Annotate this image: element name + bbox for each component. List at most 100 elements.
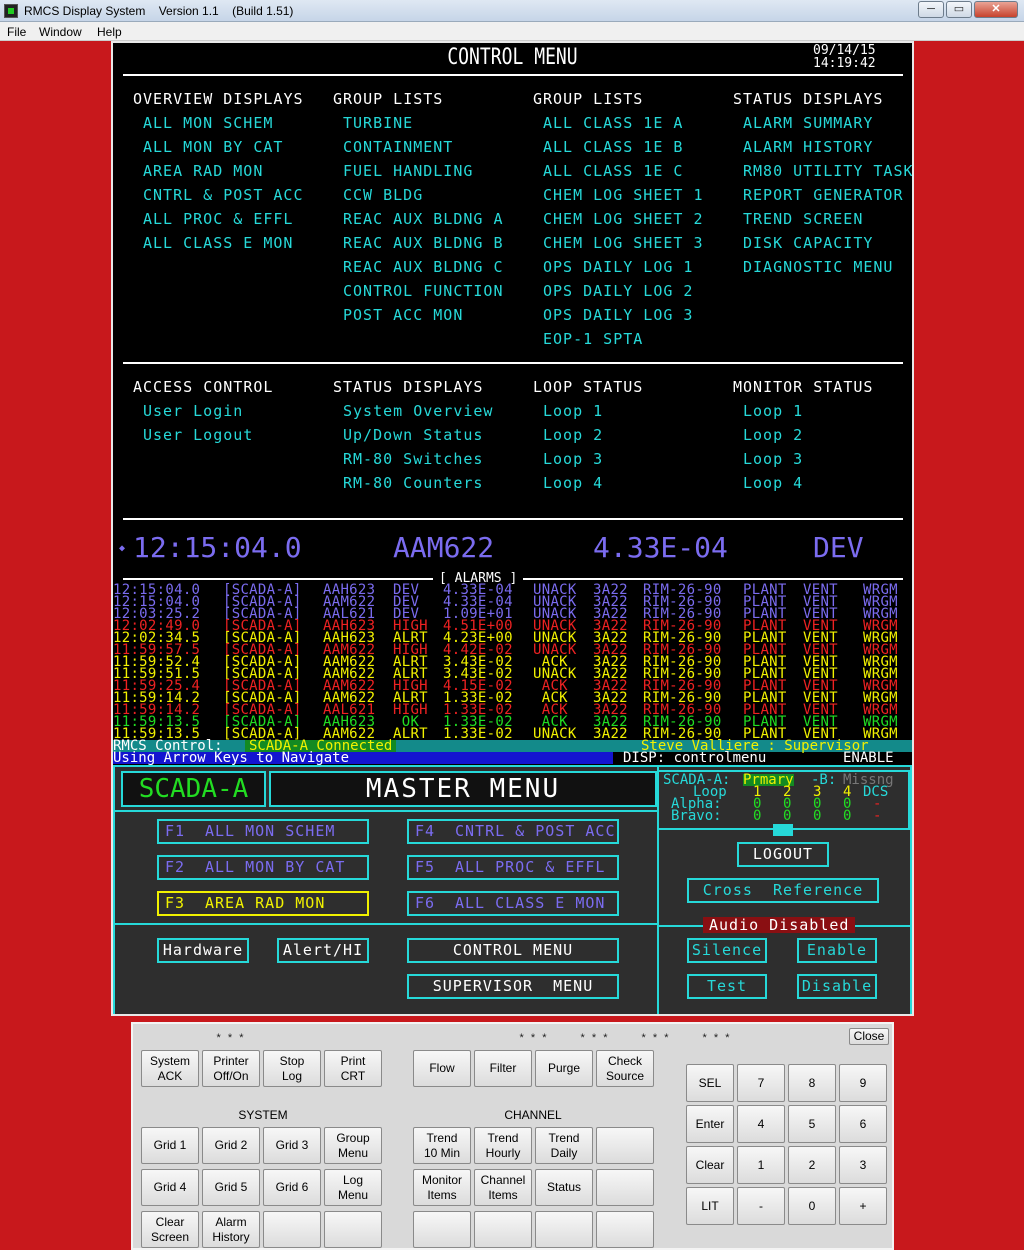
menu-item[interactable]: TREND SCREEN <box>743 210 863 228</box>
menu-item[interactable]: REAC AUX BLDNG B <box>343 234 504 252</box>
keypad-key[interactable]: SEL <box>686 1064 734 1102</box>
system-key[interactable]: System ACK <box>141 1050 199 1087</box>
keypad-key[interactable]: 4 <box>737 1105 785 1143</box>
menu-item[interactable]: Up/Down Status <box>343 426 483 444</box>
system-grid-key[interactable]: Group Menu <box>324 1127 382 1164</box>
channel-grid-key[interactable]: Channel Items <box>474 1169 532 1206</box>
menu-item[interactable]: ALARM SUMMARY <box>743 114 873 132</box>
menu-item[interactable]: ALL CLASS 1E B <box>543 138 683 156</box>
menu-item[interactable]: CONTROL FUNCTION <box>343 282 504 300</box>
menu-item[interactable]: CHEM LOG SHEET 1 <box>543 186 704 204</box>
close-keyboard-button[interactable]: Close <box>849 1028 889 1045</box>
hardware-button[interactable]: Hardware <box>157 938 249 963</box>
control-menu-button[interactable]: CONTROL MENU <box>407 938 619 963</box>
menu-item[interactable]: POST ACC MON <box>343 306 463 324</box>
menu-item[interactable]: OPS DAILY LOG 1 <box>543 258 693 276</box>
channel-key[interactable]: Purge <box>535 1050 593 1087</box>
menu-item[interactable]: DISK CAPACITY <box>743 234 873 252</box>
menu-item[interactable]: Loop 1 <box>543 402 603 420</box>
keypad-key[interactable]: Enter <box>686 1105 734 1143</box>
channel-grid-key[interactable] <box>413 1211 471 1248</box>
system-key[interactable]: Printer Off/On <box>202 1050 260 1087</box>
function-key-3[interactable]: F3 AREA RAD MON <box>157 891 369 916</box>
channel-grid-key[interactable]: Trend Hourly <box>474 1127 532 1164</box>
supervisor-menu-button[interactable]: SUPERVISOR MENU <box>407 974 619 999</box>
enable-button[interactable]: Enable <box>797 938 877 963</box>
keypad-key[interactable]: 9 <box>839 1064 887 1102</box>
keypad-key[interactable]: LIT <box>686 1187 734 1225</box>
system-grid-key[interactable]: Grid 4 <box>141 1169 199 1206</box>
keypad-key[interactable]: 7 <box>737 1064 785 1102</box>
channel-key[interactable]: Filter <box>474 1050 532 1087</box>
menu-item[interactable]: Loop 4 <box>543 474 603 492</box>
menu-item[interactable]: ALL PROC & EFFL <box>143 210 293 228</box>
system-grid-key[interactable] <box>324 1211 382 1248</box>
menu-item[interactable]: Loop 3 <box>543 450 603 468</box>
function-key-6[interactable]: F6 ALL CLASS E MON <box>407 891 619 916</box>
test-button[interactable]: Test <box>687 974 767 999</box>
channel-grid-key[interactable] <box>596 1169 654 1206</box>
menu-item[interactable]: CCW BLDG <box>343 186 423 204</box>
silence-button[interactable]: Silence <box>687 938 767 963</box>
menu-item[interactable]: CHEM LOG SHEET 3 <box>543 234 704 252</box>
channel-grid-key[interactable] <box>474 1211 532 1248</box>
menu-item[interactable]: OPS DAILY LOG 3 <box>543 306 693 324</box>
system-grid-key[interactable]: Grid 2 <box>202 1127 260 1164</box>
function-key-4[interactable]: F4 CNTRL & POST ACC <box>407 819 619 844</box>
close-window-button[interactable]: ✕ <box>974 1 1018 18</box>
channel-grid-key[interactable] <box>596 1211 654 1248</box>
menu-item[interactable]: User Login <box>143 402 243 420</box>
menu-item[interactable]: REPORT GENERATOR <box>743 186 904 204</box>
menu-item[interactable]: RM80 UTILITY TASK <box>743 162 912 180</box>
system-key[interactable]: Print CRT <box>324 1050 382 1087</box>
menu-item[interactable]: RM-80 Switches <box>343 450 483 468</box>
menu-item[interactable]: ALL CLASS 1E A <box>543 114 683 132</box>
scroll-indicator[interactable] <box>773 824 793 836</box>
menu-item[interactable]: DIAGNOSTIC MENU <box>743 258 893 276</box>
cross-reference-button[interactable]: Cross Reference <box>687 878 879 903</box>
system-grid-key[interactable]: Alarm History <box>202 1211 260 1248</box>
restore-button[interactable]: ▭ <box>946 1 972 18</box>
keypad-key[interactable]: 6 <box>839 1105 887 1143</box>
system-grid-key[interactable] <box>263 1211 321 1248</box>
system-key[interactable]: Stop Log <box>263 1050 321 1087</box>
function-key-2[interactable]: F2 ALL MON BY CAT <box>157 855 369 880</box>
menu-item[interactable]: REAC AUX BLDNG A <box>343 210 504 228</box>
menu-item[interactable]: Loop 1 <box>743 402 803 420</box>
keypad-key[interactable]: 5 <box>788 1105 836 1143</box>
system-grid-key[interactable]: Grid 1 <box>141 1127 199 1164</box>
keypad-key[interactable]: + <box>839 1187 887 1225</box>
alert-hi-button[interactable]: Alert/HI <box>277 938 369 963</box>
channel-key[interactable]: Check Source <box>596 1050 654 1087</box>
minimize-button[interactable]: ─ <box>918 1 944 18</box>
menu-file[interactable]: File <box>7 25 26 39</box>
channel-grid-key[interactable]: Monitor Items <box>413 1169 471 1206</box>
keypad-key[interactable]: - <box>737 1187 785 1225</box>
menu-item[interactable]: User Logout <box>143 426 253 444</box>
menu-item[interactable]: ALL MON SCHEM <box>143 114 273 132</box>
menu-item[interactable]: ALARM HISTORY <box>743 138 873 156</box>
menu-item[interactable]: ALL MON BY CAT <box>143 138 283 156</box>
system-grid-key[interactable]: Grid 3 <box>263 1127 321 1164</box>
channel-grid-key[interactable]: Trend 10 Min <box>413 1127 471 1164</box>
channel-grid-key[interactable] <box>535 1211 593 1248</box>
keypad-key[interactable]: 8 <box>788 1064 836 1102</box>
menu-item[interactable]: Loop 3 <box>743 450 803 468</box>
keypad-key[interactable]: 2 <box>788 1146 836 1184</box>
menu-item[interactable]: ALL CLASS 1E C <box>543 162 683 180</box>
menu-item[interactable]: CNTRL & POST ACC <box>143 186 304 204</box>
channel-grid-key[interactable]: Trend Daily <box>535 1127 593 1164</box>
keypad-key[interactable]: Clear <box>686 1146 734 1184</box>
function-key-1[interactable]: F1 ALL MON SCHEM <box>157 819 369 844</box>
menu-item[interactable]: REAC AUX BLDNG C <box>343 258 504 276</box>
menu-window[interactable]: Window <box>39 25 82 39</box>
menu-item[interactable]: ALL CLASS E MON <box>143 234 293 252</box>
menu-item[interactable]: CHEM LOG SHEET 2 <box>543 210 704 228</box>
menu-item[interactable]: Loop 2 <box>543 426 603 444</box>
channel-key[interactable]: Flow <box>413 1050 471 1087</box>
menu-help[interactable]: Help <box>97 25 122 39</box>
function-key-5[interactable]: F5 ALL PROC & EFFL <box>407 855 619 880</box>
keypad-key[interactable]: 0 <box>788 1187 836 1225</box>
keypad-key[interactable]: 1 <box>737 1146 785 1184</box>
menu-item[interactable]: EOP-1 SPTA <box>543 330 643 348</box>
